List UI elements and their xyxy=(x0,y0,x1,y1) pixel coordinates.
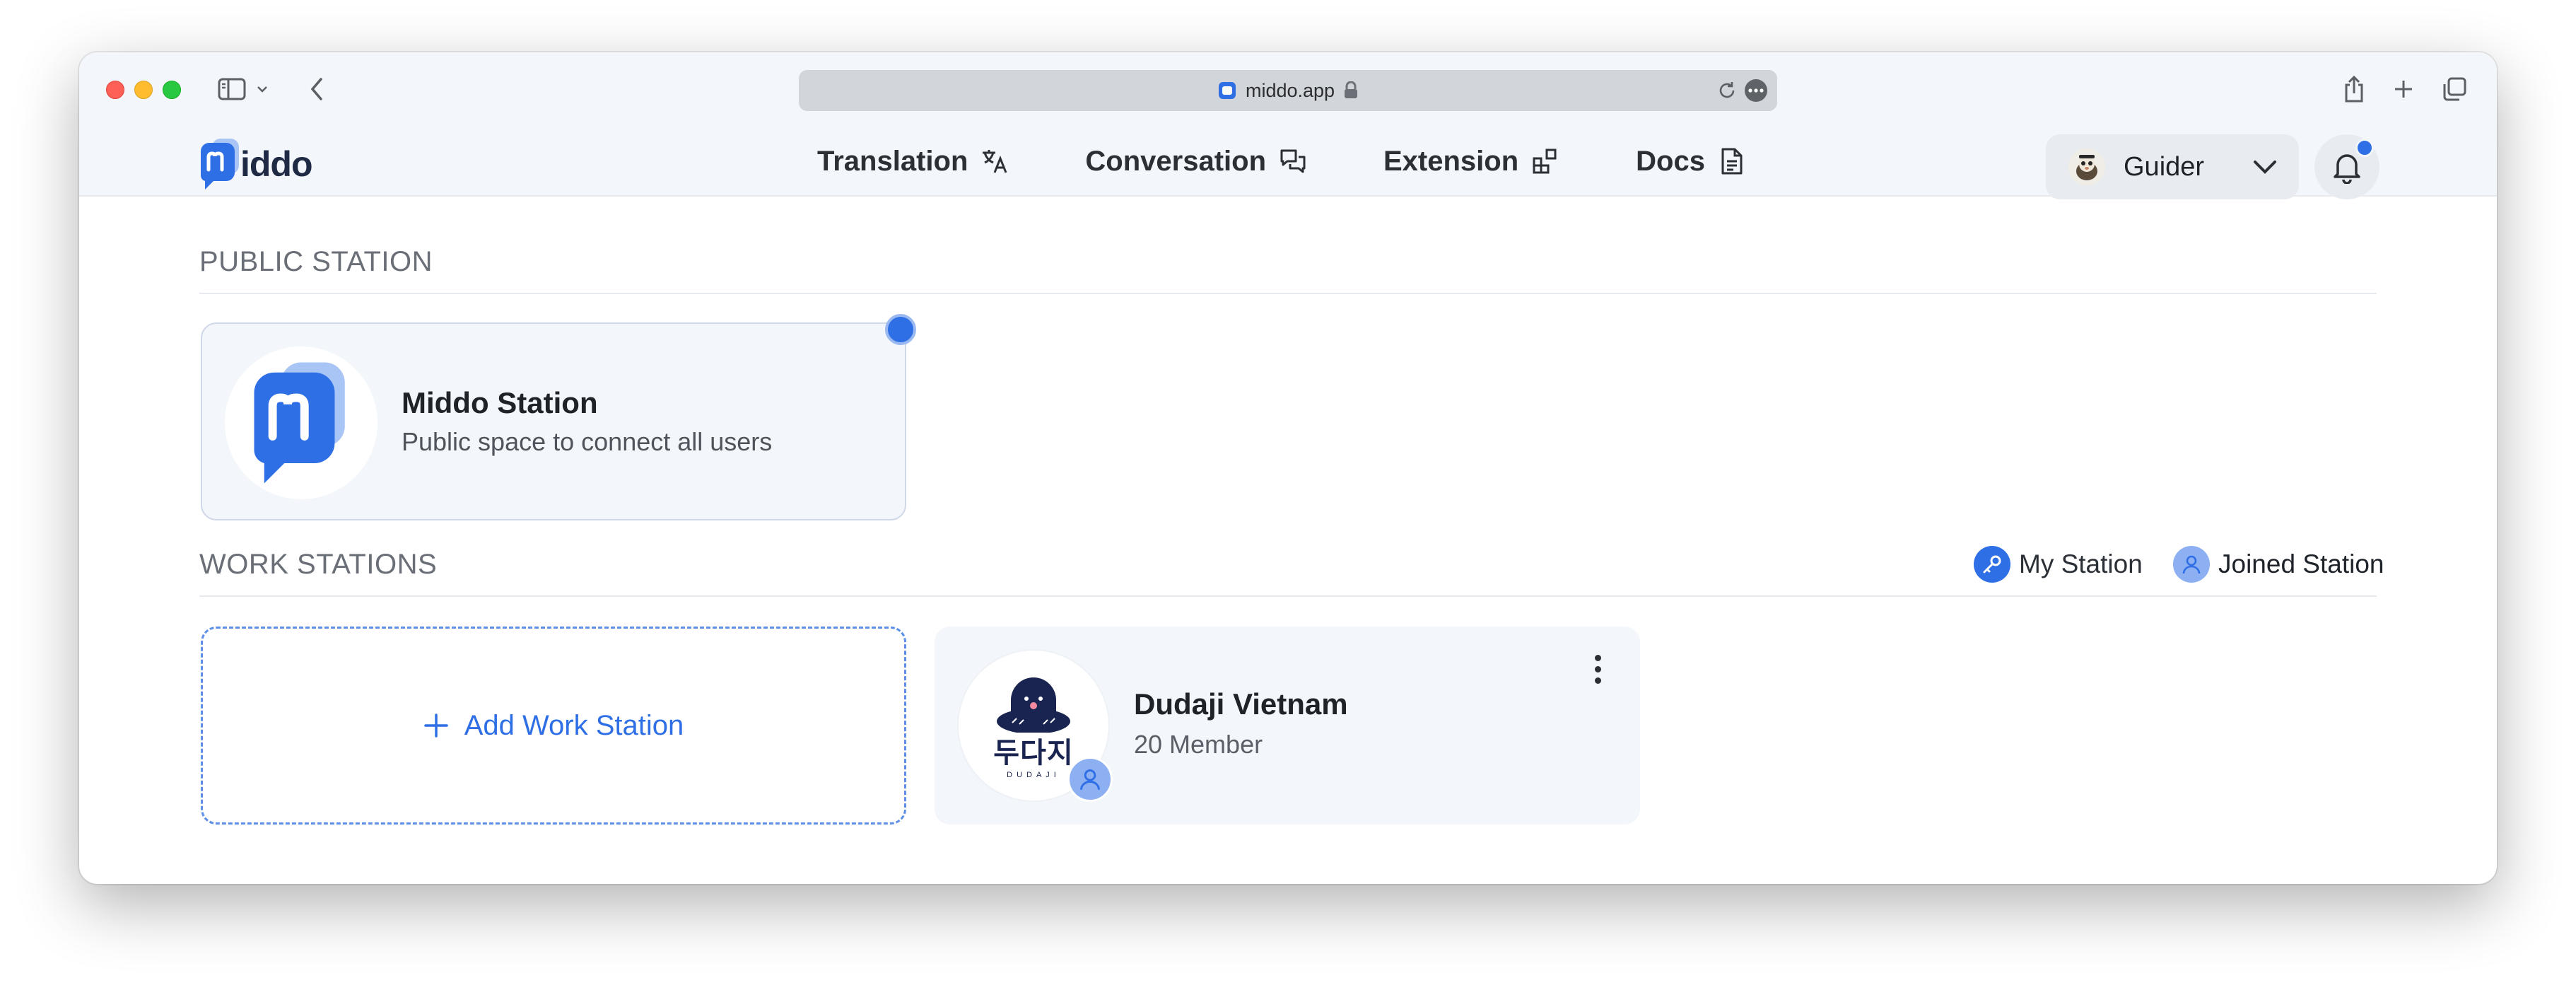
logo-text: iddo xyxy=(240,144,313,184)
public-station-card[interactable]: Middo Station Public space to connect al… xyxy=(201,322,906,520)
lock-icon xyxy=(1343,81,1359,100)
close-window-button[interactable] xyxy=(106,81,124,99)
divider xyxy=(199,595,2377,597)
chevron-down-icon xyxy=(2254,161,2277,174)
nav-conversation-label: Conversation xyxy=(1085,145,1266,177)
chevron-down-icon[interactable] xyxy=(253,74,271,105)
station-logo-text: 두다지 xyxy=(993,738,1074,769)
divider xyxy=(199,293,2377,294)
dudaji-mascot-icon xyxy=(997,677,1070,733)
middo-logo-icon xyxy=(200,139,239,190)
minimize-window-button[interactable] xyxy=(134,81,153,99)
add-work-station-button[interactable]: Add Work Station xyxy=(201,627,906,825)
member-count: 20 Member xyxy=(1134,730,1263,759)
translate-icon xyxy=(983,150,1007,173)
status-indicator-dot xyxy=(885,314,916,345)
more-options-icon[interactable] xyxy=(1745,79,1767,102)
nav-docs-label: Docs xyxy=(1636,145,1705,177)
station-logo xyxy=(225,346,377,499)
station-name: Dudaji Vietnam xyxy=(1134,687,1348,721)
address-text: middo.app xyxy=(1245,79,1335,101)
nav-extension[interactable]: Extension xyxy=(1383,146,1559,177)
notification-button[interactable] xyxy=(2314,134,2379,199)
share-icon[interactable] xyxy=(2338,74,2370,105)
nav-translation-label: Translation xyxy=(817,145,968,177)
legend-joined-station: Joined Station xyxy=(2173,546,2384,583)
station-logo-subtext: DUDAJI xyxy=(1007,771,1060,779)
main-nav: Translation Conversation Extension Docs xyxy=(817,126,1746,197)
back-arrow-icon[interactable] xyxy=(303,74,331,105)
station-name: Middo Station xyxy=(402,386,598,419)
work-station-card[interactable]: 두다지 DUDAJI Dudaji Vietnam 20 Member xyxy=(935,627,1640,825)
nav-extension-label: Extension xyxy=(1383,145,1519,177)
document-icon xyxy=(1721,148,1743,175)
zoom-window-button[interactable] xyxy=(163,81,181,99)
address-bar[interactable]: middo.app xyxy=(799,70,1777,111)
plus-icon xyxy=(423,714,448,738)
nav-conversation[interactable]: Conversation xyxy=(1085,146,1307,177)
user-icon xyxy=(1080,769,1100,790)
tab-overview-icon[interactable] xyxy=(2439,74,2470,105)
notification-badge xyxy=(2355,139,2374,157)
chat-bubbles-icon xyxy=(1280,149,1306,173)
work-stations-heading: WORK STATIONS xyxy=(199,549,438,580)
middo-logo-icon xyxy=(254,362,345,484)
bell-icon xyxy=(2334,154,2360,184)
public-station-heading: PUBLIC STATION xyxy=(199,246,433,277)
browser-titlebar: middo.app xyxy=(79,52,2497,126)
nav-translation[interactable]: Translation xyxy=(817,146,1009,177)
user-menu-button[interactable]: Guider xyxy=(2046,134,2299,199)
user-name: Guider xyxy=(2124,151,2205,182)
site-favicon-icon xyxy=(1217,81,1237,100)
legend-my-label: My Station xyxy=(2019,549,2143,578)
sidebar-toggle-icon[interactable] xyxy=(215,74,249,105)
new-tab-plus-icon[interactable] xyxy=(2388,74,2419,105)
station-description: Public space to connect all users xyxy=(402,427,773,456)
nav-docs[interactable]: Docs xyxy=(1636,146,1746,177)
avatar xyxy=(2068,148,2105,185)
add-work-station-label: Add Work Station xyxy=(464,709,684,741)
app-header: iddo Translation Conversation Extension … xyxy=(79,126,2497,199)
reload-icon[interactable] xyxy=(1716,80,1738,101)
browser-window: middo.app iddo Translation Conversation … xyxy=(79,52,2497,884)
key-icon xyxy=(1974,546,2010,583)
user-icon xyxy=(2173,546,2210,583)
legend-joined-label: Joined Station xyxy=(2218,549,2384,578)
more-vertical-icon[interactable] xyxy=(1583,648,1612,690)
joined-station-badge xyxy=(1067,757,1113,802)
legend-my-station: My Station xyxy=(1974,546,2143,583)
middo-logo[interactable]: iddo xyxy=(199,139,313,190)
extension-icon xyxy=(1533,148,1557,174)
